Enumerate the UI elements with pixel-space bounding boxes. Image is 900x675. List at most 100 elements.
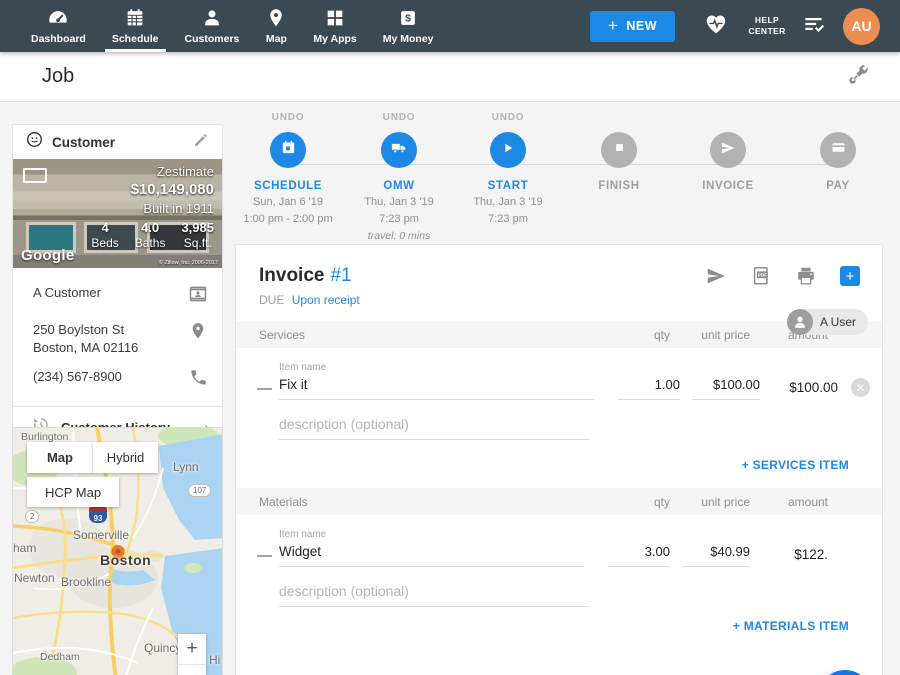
add-materials-item-link[interactable]: + MATERIALS ITEM bbox=[733, 619, 849, 633]
stat-baths: 4.0 Baths bbox=[135, 220, 166, 250]
add-invoice-item-button[interactable]: + bbox=[840, 266, 860, 286]
customer-card-header: Customer bbox=[13, 125, 222, 159]
invoice-due: DUE Upon receipt bbox=[259, 293, 360, 307]
qty-input[interactable] bbox=[608, 542, 670, 567]
zestimate-value: $10,149,080 bbox=[91, 181, 214, 198]
new-button[interactable]: + NEW bbox=[590, 11, 675, 42]
qty-input[interactable] bbox=[618, 375, 680, 400]
invoice-actions: PDF + bbox=[705, 265, 860, 287]
unit-price-input[interactable] bbox=[682, 542, 750, 567]
nav-item-customers[interactable]: Customers bbox=[172, 0, 253, 52]
task-list-icon[interactable] bbox=[801, 11, 827, 42]
health-heart-icon[interactable] bbox=[703, 11, 729, 42]
print-icon[interactable] bbox=[795, 265, 817, 287]
map-type-button-hybrid[interactable]: Hybrid bbox=[93, 442, 158, 473]
assigned-user-name: A User bbox=[820, 315, 856, 329]
section-title: Services bbox=[259, 328, 608, 342]
hcp-map-button[interactable]: HCP Map bbox=[27, 477, 119, 507]
add-services-item-link[interactable]: + SERVICES ITEM bbox=[742, 458, 849, 472]
zoom-in-button[interactable]: + bbox=[178, 634, 206, 664]
delete-line-icon[interactable]: ✕ bbox=[851, 378, 870, 397]
invoice-step-button[interactable] bbox=[710, 132, 746, 168]
nav-label: Schedule bbox=[112, 33, 159, 45]
nav-label: My Money bbox=[383, 33, 434, 45]
money-icon: $ bbox=[397, 7, 419, 29]
customer-name: A Customer bbox=[33, 284, 188, 302]
street-view-photo[interactable]: Zestimate $10,149,080 Built in 1911 4 Be… bbox=[13, 159, 222, 268]
edit-pencil-icon[interactable] bbox=[192, 131, 210, 154]
phone-icon[interactable] bbox=[189, 368, 208, 392]
map-card[interactable]: Burlington Lynn Somerville Boston ham Ne… bbox=[12, 427, 223, 675]
services-section-header: Services qty unit price amount bbox=[236, 321, 882, 348]
stat-beds: 4 Beds bbox=[91, 220, 118, 250]
description-input[interactable] bbox=[279, 581, 589, 607]
description-row bbox=[236, 567, 882, 607]
built-year: Built in 1911 bbox=[91, 201, 214, 216]
step-date: Thu, Jan 3 '19 bbox=[443, 195, 573, 209]
google-logo: Google bbox=[21, 247, 74, 264]
qty-column-header: qty bbox=[608, 495, 670, 509]
step-label: PAY bbox=[773, 180, 900, 192]
unit-price-input[interactable] bbox=[692, 375, 760, 400]
map-city-label: Brookline bbox=[61, 575, 111, 589]
help-center-button[interactable]: HELP CENTER bbox=[745, 15, 789, 36]
invoice-number[interactable]: #1 bbox=[330, 265, 351, 286]
material-line-item: $122. bbox=[236, 540, 882, 567]
item-name-input[interactable] bbox=[279, 375, 594, 400]
start-step-button[interactable] bbox=[490, 132, 526, 168]
credit-card-icon bbox=[830, 139, 847, 161]
job-timeline: UNDO SCHEDULE Sun, Jan 6 '19 1:00 pm - 2… bbox=[235, 112, 883, 242]
nav-item-map[interactable]: Map bbox=[252, 0, 300, 52]
schedule-icon bbox=[124, 7, 146, 29]
map-city-label: Hi bbox=[209, 653, 220, 667]
nav-right: + NEW HELP CENTER AU bbox=[590, 0, 900, 52]
map-city-label: Lynn bbox=[173, 460, 199, 474]
assigned-user-pill[interactable]: A User bbox=[787, 309, 868, 335]
sqft-value: 3,985 bbox=[181, 220, 214, 235]
content-area: Customer Zestimate $10,149,080 Built in … bbox=[0, 102, 900, 675]
top-nav: Dashboard Schedule Customers Map My Apps… bbox=[0, 0, 900, 52]
svg-text:$: $ bbox=[405, 13, 411, 25]
finish-step-button[interactable] bbox=[601, 132, 637, 168]
route-badge-107: 107 bbox=[188, 484, 211, 497]
drag-handle-icon[interactable] bbox=[257, 550, 279, 560]
customer-phone-row: (234) 567-8900 bbox=[13, 362, 222, 398]
play-icon bbox=[500, 140, 516, 161]
user-avatar-icon bbox=[787, 309, 813, 335]
job-settings-tools-icon[interactable] bbox=[846, 62, 870, 91]
nav-item-schedule[interactable]: Schedule bbox=[99, 0, 172, 52]
location-pin-icon[interactable] bbox=[188, 321, 208, 346]
user-avatar[interactable]: AU bbox=[843, 8, 880, 45]
photo-frame-icon bbox=[23, 168, 47, 183]
pdf-icon[interactable]: PDF bbox=[750, 265, 772, 287]
unit-price-column-header: unit price bbox=[682, 328, 750, 342]
item-name-input[interactable] bbox=[279, 542, 584, 567]
address-line1: 250 Boylston St bbox=[33, 322, 124, 337]
svg-text:PDF: PDF bbox=[758, 273, 767, 278]
omw-step-button[interactable] bbox=[381, 132, 417, 168]
customer-card-title: Customer bbox=[52, 135, 192, 150]
nav-item-dashboard[interactable]: Dashboard bbox=[18, 0, 99, 52]
calendar-icon bbox=[280, 139, 297, 161]
map-type-button-map[interactable]: Map bbox=[27, 442, 93, 473]
nav-item-my-money[interactable]: $ My Money bbox=[370, 0, 447, 52]
nav-item-my-apps[interactable]: My Apps bbox=[300, 0, 369, 52]
schedule-step-button[interactable] bbox=[270, 132, 306, 168]
beds-label: Beds bbox=[91, 236, 118, 250]
page-header: Job bbox=[0, 52, 900, 102]
drag-handle-icon[interactable] bbox=[257, 383, 279, 393]
zoom-out-button[interactable]: − bbox=[178, 664, 206, 675]
beds-value: 4 bbox=[91, 220, 118, 235]
due-value-link[interactable]: Upon receipt bbox=[292, 293, 360, 307]
stat-sqft: 3,985 Sq.ft. bbox=[181, 220, 214, 250]
section-title: Materials bbox=[259, 495, 608, 509]
description-input[interactable] bbox=[279, 414, 589, 440]
unit-price-column-header: unit price bbox=[682, 495, 750, 509]
invoice-header: Invoice#1 DUE Upon receipt PDF + bbox=[236, 245, 882, 307]
materials-section-header: Materials qty unit price amount bbox=[236, 488, 882, 515]
pay-step-button[interactable] bbox=[820, 132, 856, 168]
add-services-row: + SERVICES ITEM bbox=[236, 440, 882, 480]
send-invoice-icon[interactable] bbox=[705, 265, 727, 287]
contact-card-icon[interactable] bbox=[188, 284, 208, 309]
zestimate-overlay: Zestimate $10,149,080 Built in 1911 4 Be… bbox=[91, 164, 214, 250]
